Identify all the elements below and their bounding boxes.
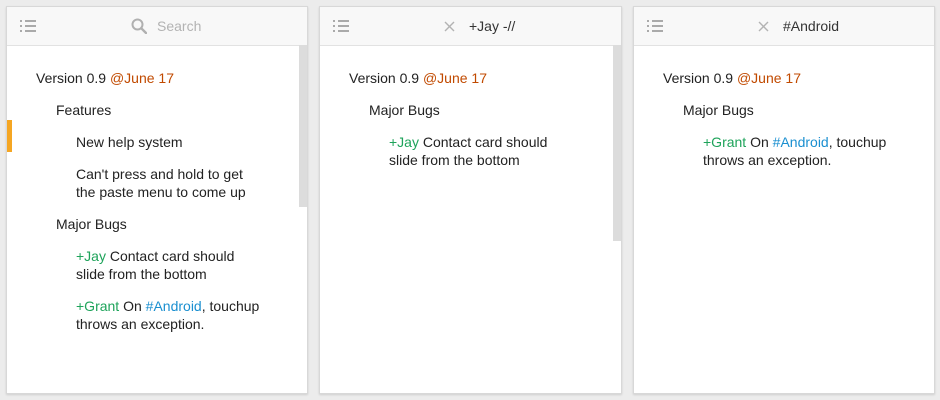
search-field[interactable]: +Jay -// xyxy=(444,17,515,35)
date-tag[interactable]: @June 17 xyxy=(737,70,801,86)
panel-toolbar: Search xyxy=(7,7,307,46)
scrollbar[interactable] xyxy=(613,45,621,241)
outline-content: Version 0.9 @June 17 Major Bugs +Jay Con… xyxy=(320,45,621,393)
item-text: throws an exception. xyxy=(76,316,205,332)
list-item[interactable]: Can't press and hold to get the paste men… xyxy=(76,165,246,201)
panel-toolbar: #Android xyxy=(634,7,934,46)
major-bugs-heading[interactable]: Major Bugs xyxy=(369,101,440,119)
date-tag[interactable]: @June 17 xyxy=(423,70,487,86)
scrollbar[interactable] xyxy=(299,45,307,207)
item-text: Contact card should xyxy=(105,248,235,264)
major-bugs-heading[interactable]: Major Bugs xyxy=(683,101,754,119)
close-icon[interactable] xyxy=(444,21,455,32)
item-text: slide from the bottom xyxy=(76,266,207,282)
item-text: slide from the bottom xyxy=(389,152,520,168)
list-icon[interactable] xyxy=(20,19,36,33)
version-heading[interactable]: Version 0.9 @June 17 xyxy=(349,69,487,87)
outline-panel-3: #Android Version 0.9 @June 17 Major Bugs… xyxy=(633,6,935,394)
version-heading[interactable]: Version 0.9 @June 17 xyxy=(663,69,801,87)
search-icon xyxy=(131,18,147,34)
version-label: Version 0.9 xyxy=(349,70,420,86)
item-text: On xyxy=(119,298,146,314)
list-item[interactable]: +Jay Contact card should slide from the b… xyxy=(389,133,547,169)
version-heading[interactable]: Version 0.9 @June 17 xyxy=(36,69,174,87)
item-text: Contact card should xyxy=(418,134,548,150)
list-icon[interactable] xyxy=(647,19,663,33)
list-icon[interactable] xyxy=(333,19,349,33)
list-item[interactable]: +Grant On #Android, touchup throws an exc… xyxy=(76,297,259,333)
outline-panel-1: Search Version 0.9 @June 17 Features New… xyxy=(6,6,308,394)
features-heading[interactable]: Features xyxy=(56,101,111,119)
list-item[interactable]: +Grant On #Android, touchup throws an exc… xyxy=(703,133,886,169)
item-text: , touchup xyxy=(201,298,260,314)
selection-indicator xyxy=(7,120,12,152)
item-line: Can't press and hold to get xyxy=(76,166,243,182)
person-tag[interactable]: +Jay xyxy=(389,134,419,150)
person-tag[interactable]: +Grant xyxy=(76,298,119,314)
search-field[interactable]: Search xyxy=(131,17,201,35)
version-label: Version 0.9 xyxy=(36,70,107,86)
search-placeholder[interactable]: Search xyxy=(157,18,201,34)
search-field[interactable]: #Android xyxy=(758,17,839,35)
item-text: throws an exception. xyxy=(703,152,832,168)
version-label: Version 0.9 xyxy=(663,70,734,86)
person-tag[interactable]: +Grant xyxy=(703,134,746,150)
hashtag[interactable]: #Android xyxy=(146,298,202,314)
date-tag[interactable]: @June 17 xyxy=(110,70,174,86)
hashtag[interactable]: #Android xyxy=(773,134,829,150)
outline-content: Version 0.9 @June 17 Features New help s… xyxy=(7,45,307,393)
major-bugs-heading[interactable]: Major Bugs xyxy=(56,215,127,233)
close-icon[interactable] xyxy=(758,21,769,32)
search-query[interactable]: +Jay -// xyxy=(469,18,515,34)
item-text: , touchup xyxy=(828,134,887,150)
outline-content: Version 0.9 @June 17 Major Bugs +Grant O… xyxy=(634,45,934,393)
outline-panel-2: +Jay -// Version 0.9 @June 17 Major Bugs… xyxy=(319,6,622,394)
item-line: the paste menu to come up xyxy=(76,184,246,200)
panel-toolbar: +Jay -// xyxy=(320,7,621,46)
item-text: On xyxy=(746,134,773,150)
list-item[interactable]: New help system xyxy=(76,133,183,151)
person-tag[interactable]: +Jay xyxy=(76,248,106,264)
search-query[interactable]: #Android xyxy=(783,18,839,34)
list-item[interactable]: +Jay Contact card should slide from the b… xyxy=(76,247,234,283)
